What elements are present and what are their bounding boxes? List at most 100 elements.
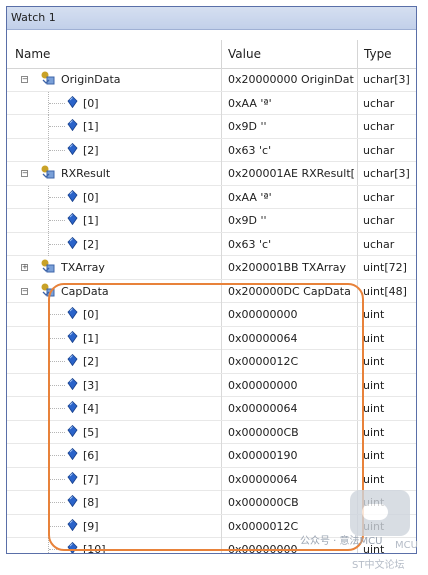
variable-name: [2]	[83, 143, 99, 157]
variable-value[interactable]: 0x63 'c'	[228, 139, 354, 162]
column-divider	[221, 185, 222, 209]
struct-icon	[41, 283, 55, 296]
column-divider	[221, 467, 222, 491]
watermark-logo	[350, 490, 410, 536]
field-icon	[67, 518, 78, 531]
variable-type: uint	[363, 472, 385, 486]
column-divider	[221, 397, 222, 420]
element-row[interactable]: [7] 0x00000064 uint	[7, 467, 416, 491]
variable-type: uint	[363, 355, 385, 368]
variable-name: [5]	[83, 425, 99, 439]
variable-value[interactable]: 0x200001AE RXResult[] ...	[228, 162, 354, 185]
window-title: Watch 1	[11, 11, 56, 24]
variable-value[interactable]: 0x00000064	[228, 397, 354, 420]
collapse-icon[interactable]: −	[21, 170, 28, 177]
field-icon	[67, 448, 78, 460]
collapse-icon[interactable]: −	[21, 76, 28, 83]
watch-title-bar[interactable]: Watch 1	[7, 7, 416, 30]
variable-value[interactable]: 0x000000CB	[228, 421, 354, 444]
element-row[interactable]: [1] 0x9D '' uchar	[7, 115, 416, 139]
column-value-header[interactable]: Value	[228, 40, 261, 68]
variable-type: uchar[3]	[363, 73, 410, 86]
tree-line	[49, 361, 65, 362]
tree-line	[49, 337, 65, 339]
element-row[interactable]: [5] 0x000000CB uint	[7, 420, 416, 444]
column-divider	[357, 279, 358, 303]
element-row[interactable]: [2] 0x63 'c' uchar	[7, 138, 416, 162]
column-divider	[357, 350, 358, 373]
column-divider	[357, 232, 358, 256]
variable-type: uint[48]	[363, 284, 407, 298]
field-icon	[67, 424, 78, 437]
tree-line	[49, 126, 65, 127]
variable-value[interactable]: 0x200000DC CapData	[228, 280, 354, 303]
variable-value[interactable]: 0x20000000 OriginData...	[228, 68, 354, 91]
variable-value[interactable]: 0x00000000	[228, 374, 354, 397]
column-divider	[221, 209, 222, 232]
variable-type: uchar	[363, 143, 395, 157]
column-divider[interactable]	[357, 40, 358, 68]
field-icon	[67, 189, 78, 202]
variable-value[interactable]: 0x00000064	[228, 468, 354, 491]
element-row[interactable]: [0] 0x00000000 uint	[7, 303, 416, 327]
variable-value[interactable]: 0xAA 'ª'	[228, 186, 354, 209]
variable-type: uint	[363, 449, 385, 462]
column-divider[interactable]	[221, 40, 222, 68]
variable-type: uchar	[363, 190, 395, 204]
variable-value[interactable]: 0x0000012C	[228, 350, 354, 373]
tree-line	[49, 431, 65, 433]
element-row[interactable]: [2] 0x63 'c' uchar	[7, 232, 416, 256]
variable-name: [9]	[83, 519, 99, 533]
column-divider	[357, 115, 358, 138]
column-divider	[357, 397, 358, 420]
column-divider	[221, 514, 222, 538]
tree-line	[49, 243, 65, 245]
variable-type: uint	[363, 378, 385, 392]
struct-row[interactable]: − CapData 0x200000DC CapData uint[48]	[7, 279, 416, 303]
element-row[interactable]: [0] 0xAA 'ª' uchar	[7, 185, 416, 209]
tree-line	[49, 455, 65, 456]
column-divider	[357, 185, 358, 209]
element-row[interactable]: [6] 0x00000190 uint	[7, 444, 416, 468]
field-icon	[67, 307, 78, 319]
variable-value[interactable]: 0x00000064	[228, 327, 354, 350]
field-icon	[67, 471, 78, 484]
variable-name: [3]	[83, 378, 99, 392]
variable-type: uint	[363, 331, 385, 345]
tree-line	[49, 408, 65, 409]
variable-type: uchar	[363, 120, 395, 133]
variable-value[interactable]: 0x00000190	[228, 444, 354, 467]
variable-value[interactable]: 0x9D ''	[228, 209, 354, 232]
element-row[interactable]: [4] 0x00000064 uint	[7, 397, 416, 421]
tree-line	[49, 196, 65, 198]
variable-type: uint[72]	[363, 261, 407, 274]
struct-icon	[41, 259, 55, 273]
expand-icon[interactable]: +	[21, 264, 28, 271]
struct-row[interactable]: + TXArray 0x200001BB TXArray uint[72]	[7, 256, 416, 280]
field-icon	[67, 354, 78, 366]
column-divider	[221, 115, 222, 138]
variable-value[interactable]: 0x200001BB TXArray	[228, 256, 354, 279]
variable-name: [0]	[83, 96, 99, 110]
element-row[interactable]: [2] 0x0000012C uint	[7, 350, 416, 374]
field-icon	[67, 330, 78, 343]
variable-name: [1]	[83, 120, 99, 133]
variable-value[interactable]: 0x9D ''	[228, 115, 354, 138]
element-row[interactable]: [1] 0x9D '' uchar	[7, 209, 416, 233]
struct-row[interactable]: − RXResult 0x200001AE RXResult[] ... uchar[…	[7, 162, 416, 186]
collapse-icon[interactable]: −	[21, 287, 28, 295]
variable-value[interactable]: 0x00000000	[228, 303, 354, 326]
struct-icon	[41, 71, 55, 85]
element-row[interactable]: [3] 0x00000000 uint	[7, 373, 416, 397]
struct-row[interactable]: − OriginData 0x20000000 OriginData... uchar…	[7, 68, 416, 92]
column-name-header[interactable]: Name	[15, 40, 50, 68]
variable-value[interactable]: 0x63 'c'	[228, 233, 354, 256]
variable-name: [6]	[83, 449, 99, 462]
field-icon	[67, 142, 78, 155]
element-row[interactable]: [1] 0x00000064 uint	[7, 326, 416, 350]
column-divider	[221, 491, 222, 514]
column-type-header[interactable]: Type	[364, 40, 392, 68]
variable-value[interactable]: 0xAA 'ª'	[228, 92, 354, 115]
variable-value[interactable]: 0x000000CB	[228, 491, 354, 514]
element-row[interactable]: [0] 0xAA 'ª' uchar	[7, 91, 416, 115]
